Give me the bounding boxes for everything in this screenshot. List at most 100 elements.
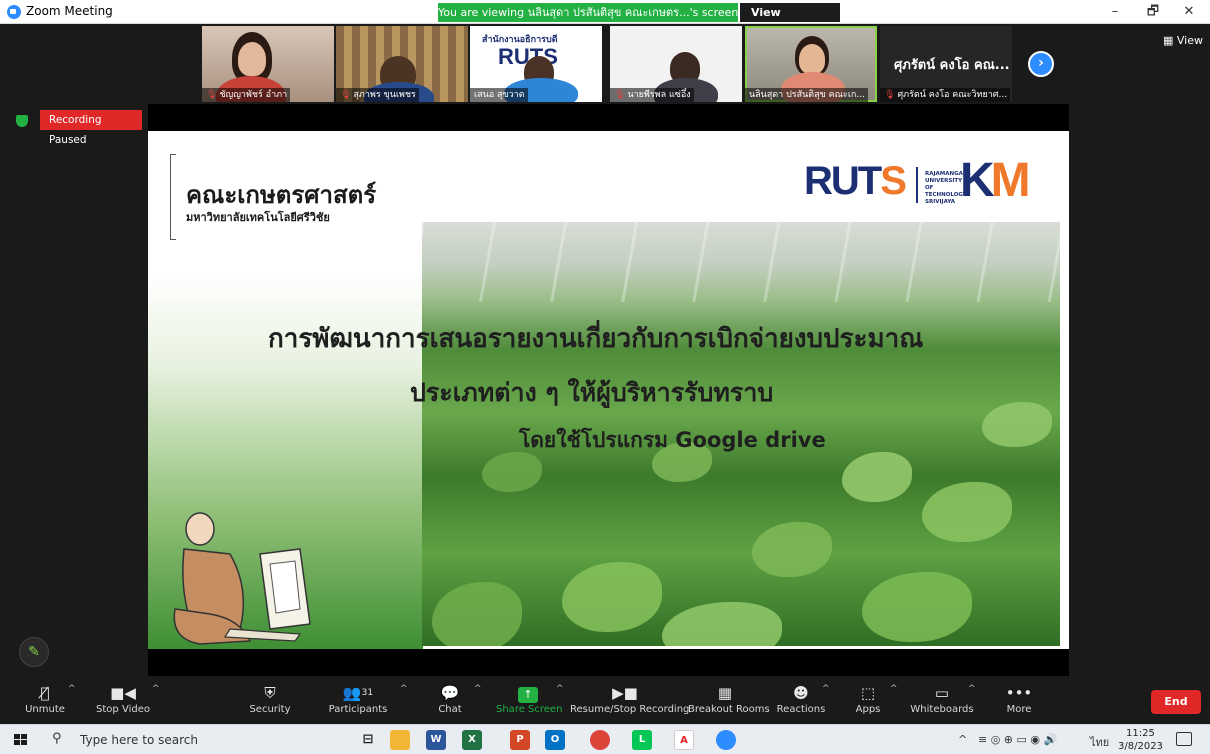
close-button[interactable]: ✕ <box>1174 2 1204 22</box>
participant-name: 🎙 สุภาพร ขุนเพชร <box>336 88 419 102</box>
participant-tile[interactable]: ศุภรัตน์ คงโอ คณ... 🎙 ศุภรัตน์ คงโอ คณะวิ… <box>880 26 1012 102</box>
faculty-subtitle: มหาวิทยาลัยเทคโนโลยีศรีวิชัย <box>186 211 330 224</box>
participants-label: Participants <box>328 704 388 715</box>
next-participants-button[interactable]: › <box>1028 51 1054 77</box>
whiteboards-label: Whiteboards <box>910 704 974 715</box>
share-screen-button[interactable]: ↑ Share Screen ^ <box>496 682 564 722</box>
reactions-smiley-icon: ☻ <box>793 684 809 702</box>
search-placeholder: Type here to search <box>80 733 198 747</box>
powerpoint-icon[interactable]: P <box>510 730 530 750</box>
clock-time: 11:25 <box>1126 728 1155 739</box>
title-bracket <box>170 154 176 240</box>
participant-tile[interactable]: 🎙 สุภาพร ขุนเพชร <box>336 26 468 102</box>
view-button[interactable]: ▦ View <box>1163 34 1203 47</box>
chevron-up-icon[interactable]: ^ <box>968 684 976 694</box>
logo-divider <box>916 167 918 203</box>
participant-big-name: ศุภรัตน์ คงโอ คณ... <box>894 58 1010 73</box>
participant-tile[interactable]: 🎙 ชัญญาพัชร์ อำภา <box>202 26 334 102</box>
participant-name: 🎙 ชัญญาพัชร์ อำภา <box>202 88 291 102</box>
pencil-icon: ✎ <box>28 644 40 660</box>
participant-tile[interactable]: สำนักงานอธิการบดี RUTS เสนอ สุขวาด <box>470 26 602 102</box>
participant-name: เสนอ สุขวาด <box>470 88 528 102</box>
resume-stop-recording-icon: ▶■ <box>612 684 638 702</box>
chat-button[interactable]: 💬 Chat ^ <box>430 682 481 722</box>
shared-screen: คณะเกษตรศาสตร์ มหาวิทยาลัยเทคโนโลยีศรีวิ… <box>148 104 1069 679</box>
chevron-up-icon[interactable]: ^ <box>822 684 830 694</box>
participants-button[interactable]: 👥31 Participants ^ <box>328 682 408 722</box>
line-icon[interactable]: L <box>632 730 652 750</box>
share-screen-icon: ↑ <box>496 682 560 704</box>
reactions-button[interactable]: ☻ Reactions ^ <box>776 682 830 722</box>
slide-heading-line-2: ประเภทต่าง ๆ ให้ผู้บริหารรับทราบ <box>410 378 774 407</box>
zoom-logo-icon <box>7 5 21 19</box>
taskbar-search[interactable]: ⚲ Type here to search <box>44 728 310 752</box>
apps-button[interactable]: ⬚ Apps ^ <box>852 682 898 722</box>
input-language[interactable]: ไทย <box>1090 733 1109 751</box>
viewing-banner: You are viewing นลินสุดา ปรสันติสุข คณะเ… <box>438 3 738 22</box>
chevron-up-icon[interactable]: ^ <box>68 684 76 694</box>
muted-mic-icon: 🎙 <box>614 90 626 100</box>
computer-user-clipart <box>173 512 311 645</box>
muted-mic-icon: 🎙 <box>340 90 352 100</box>
stop-video-label: Stop Video <box>96 704 150 715</box>
task-view-icon[interactable]: ⊟ <box>358 730 378 750</box>
tray-chevron-icon[interactable]: ^ <box>958 733 967 746</box>
acrobat-icon[interactable]: A <box>674 730 694 750</box>
participant-name: 🎙 ศุภรัตน์ คงโอ คณะวิทยาศ... <box>880 88 1011 102</box>
breakout-rooms-icon: ▦ <box>717 684 733 702</box>
whiteboards-button[interactable]: ▭ Whiteboards ^ <box>910 682 976 722</box>
chat-label: Chat <box>438 704 462 715</box>
whiteboard-icon: ▭ <box>934 684 950 702</box>
chevron-up-icon[interactable]: ^ <box>400 684 408 694</box>
more-button[interactable]: ••• More <box>1004 682 1034 722</box>
word-icon[interactable]: W <box>426 730 446 750</box>
zoom-window: Zoom Meeting You are viewing นลินสุดา ปร… <box>0 0 1210 754</box>
participant-tile-active[interactable]: นลินสุดา ปรสันติสุข คณะเก... <box>745 26 877 102</box>
recording-button[interactable]: ▶■ Resume/Stop Recording <box>570 682 689 722</box>
chevron-up-icon[interactable]: ^ <box>556 684 564 694</box>
km-logo: KM <box>960 154 1031 207</box>
security-button[interactable]: ⛨ Security <box>246 682 294 722</box>
breakout-rooms-button[interactable]: ▦ Breakout Rooms <box>688 682 770 722</box>
video-camera-icon: ■◀ <box>110 684 136 702</box>
recording-status: Recording Paused <box>40 110 142 146</box>
chevron-up-icon[interactable]: ^ <box>890 684 898 694</box>
stop-video-button[interactable]: ■◀ Stop Video ^ <box>94 682 160 722</box>
shield-icon: ⛨ <box>264 684 276 702</box>
notification-icon[interactable] <box>1176 732 1192 746</box>
end-meeting-button[interactable]: End <box>1151 690 1201 714</box>
window-title: Zoom Meeting <box>26 4 113 18</box>
participant-tile[interactable]: 🎙 นายพีรพล แซ่อึ๋ง <box>610 26 742 102</box>
tray-apps-icon[interactable]: ≡ ◎ ⊕ ▭ ◉ 🔊 <box>978 733 1057 746</box>
participants-count: 31 <box>361 688 374 698</box>
view-options-button[interactable]: View Options⌄ <box>740 3 840 38</box>
chat-icon: 💬 <box>440 684 460 702</box>
chevron-up-icon[interactable]: ^ <box>474 684 482 694</box>
ruts-logo: RUTS <box>804 159 907 203</box>
grid-icon: ▦ <box>1163 34 1177 47</box>
windows-taskbar: ⚲ Type here to search ⊟ W X P O L A ^ ≡ … <box>0 724 1210 754</box>
share-screen-label: Share Screen <box>496 704 563 715</box>
chevron-up-icon[interactable]: ^ <box>152 684 160 694</box>
view-label: View <box>1176 34 1203 47</box>
minimize-button[interactable]: – <box>1100 2 1130 22</box>
taskbar-clock[interactable]: 11:25 3/8/2023 <box>1118 727 1163 753</box>
muted-mic-icon: 🎙 <box>884 90 896 100</box>
file-explorer-icon[interactable] <box>390 730 410 750</box>
apps-label: Apps <box>855 704 881 715</box>
annotate-pencil-button[interactable]: ✎ <box>19 637 49 667</box>
zoom-icon[interactable] <box>716 730 736 750</box>
excel-icon[interactable]: X <box>462 730 482 750</box>
windows-start-icon[interactable] <box>14 734 28 746</box>
outlook-icon[interactable]: O <box>545 730 565 750</box>
unmute-button[interactable]: 🎙̸ Unmute ^ <box>22 682 75 722</box>
chrome-icon[interactable] <box>590 730 610 750</box>
apps-icon: ⬚ <box>860 684 876 702</box>
participant-name: นลินสุดา ปรสันติสุข คณะเก... <box>745 88 868 102</box>
unmute-label: Unmute <box>25 704 65 715</box>
presentation-slide: คณะเกษตรศาสตร์ มหาวิทยาลัยเทคโนโลยีศรีวิ… <box>148 131 1069 649</box>
clock-date: 3/8/2023 <box>1118 741 1163 752</box>
meeting-area: 🎙 ชัญญาพัชร์ อำภา 🎙 สุภาพร ขุนเพชร สำนักงา… <box>0 24 1210 679</box>
restore-button[interactable]: 🗗 <box>1138 2 1168 22</box>
more-dots-icon: ••• <box>1005 684 1033 702</box>
